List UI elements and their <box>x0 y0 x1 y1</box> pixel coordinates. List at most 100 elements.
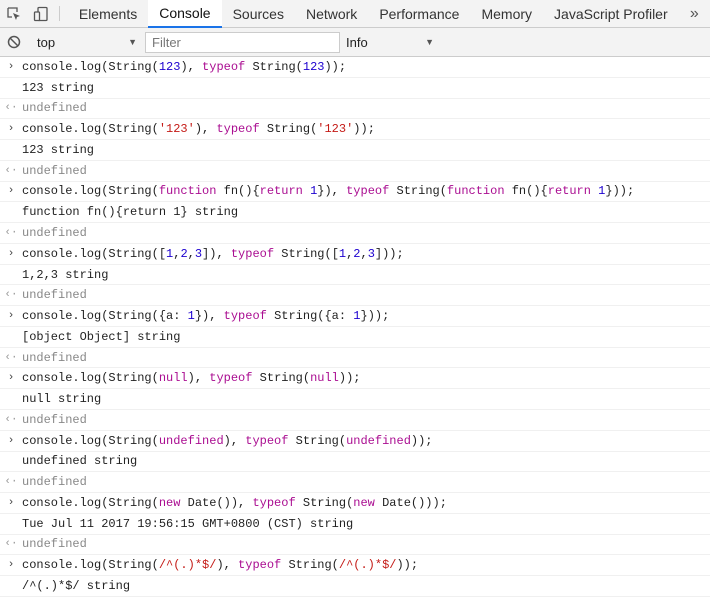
console-message-text: undefined string <box>22 454 137 468</box>
console-output-row: Tue Jul 11 2017 19:56:15 GMT+0800 (CST) … <box>0 514 710 535</box>
code-token: )); <box>353 122 375 137</box>
context-select[interactable]: top ▼ <box>29 35 137 50</box>
tab-memory[interactable]: Memory <box>470 0 543 27</box>
console-message-text: undefined <box>22 351 87 365</box>
tab-performance[interactable]: Performance <box>368 0 470 27</box>
code-token: String({a: <box>266 309 354 324</box>
device-toolbar-icon[interactable] <box>27 0 54 27</box>
code-token: typeof <box>209 371 253 386</box>
more-tabs-icon[interactable]: » <box>679 0 710 27</box>
code-token: 2 <box>180 246 188 261</box>
code-token: String( <box>389 184 447 199</box>
console-message-text: [object Object] string <box>22 330 180 344</box>
console-message-text: undefined <box>22 288 87 302</box>
console-output-row: null string <box>0 389 710 411</box>
code-token: fn(){ <box>216 184 260 199</box>
code-token: String([ <box>274 246 339 261</box>
result-arrow-icon: ‹· <box>4 102 18 115</box>
result-arrow-icon: ‹· <box>4 351 18 364</box>
code-token: String( <box>259 122 318 137</box>
console-input-row: › console.log(String(null), typeof String… <box>0 368 710 390</box>
clear-console-icon[interactable] <box>0 28 28 56</box>
console-message-text: undefined <box>22 413 87 427</box>
toolbar-divider <box>58 6 60 21</box>
log-level-value: Info <box>346 34 368 50</box>
code-token: Date()), <box>180 495 253 510</box>
dropdown-arrow-icon: ▼ <box>128 37 137 47</box>
console-output-row: /^(.)*$/ string <box>0 576 710 597</box>
code-token: fn(){ <box>504 184 548 199</box>
code-token: console.log(String([ <box>22 246 167 261</box>
code-token: , <box>360 246 368 261</box>
console-result-row: ‹· undefined <box>0 410 710 431</box>
code-token: }), <box>317 184 347 199</box>
code-token: typeof <box>230 246 275 261</box>
tab-elements[interactable]: Elements <box>68 0 148 27</box>
code-token: })); <box>360 309 390 324</box>
code-token: console.log(String( <box>22 184 159 199</box>
code-token: function <box>158 184 217 199</box>
code-token: 123 string <box>22 142 95 157</box>
console-message-text: Tue Jul 11 2017 19:56:15 GMT+0800 (CST) … <box>22 517 353 531</box>
result-arrow-icon: ‹· <box>4 289 18 302</box>
console-message-text: console.log(String(function fn(){return … <box>22 184 634 198</box>
tab-javascript-profiler[interactable]: JavaScript Profiler <box>543 0 679 27</box>
code-token: ), <box>223 433 246 448</box>
code-token: undefined <box>22 412 87 427</box>
code-token: undefined <box>22 475 87 490</box>
code-token: undefined <box>22 350 87 365</box>
code-token: )); <box>410 433 433 448</box>
console-input-row: › console.log(String(new Date()), typeof … <box>0 493 710 514</box>
console-message-text: console.log(String(null), typeof String(… <box>22 371 361 385</box>
code-token: undefined <box>22 537 87 552</box>
console-input-row: › console.log(String(/^(.)*$/), typeof St… <box>0 555 710 577</box>
console-input-row: › console.log(String('123'), typeof Strin… <box>0 119 710 141</box>
console-toolbar: top ▼ Info ▼ <box>0 28 710 57</box>
code-token: console.log(String( <box>22 433 159 448</box>
console-message-text: 1,2,3 string <box>22 268 108 282</box>
code-token: undefined <box>22 163 87 178</box>
console-result-row: ‹· undefined <box>0 535 710 556</box>
code-token: new <box>158 495 181 510</box>
code-token: 123 string <box>22 80 95 95</box>
devtools-window: Elements Console Sources Network Performance… <box>0 0 710 605</box>
console-input-row: › console.log(String(function fn(){return… <box>0 182 710 203</box>
dropdown-arrow-icon: ▼ <box>425 37 434 47</box>
code-token: 1 <box>187 309 195 324</box>
console-message-text: console.log(String([1,2,3]), typeof Stri… <box>22 247 404 261</box>
code-token: undefined <box>158 433 224 448</box>
code-token: undefined <box>22 226 87 240</box>
code-token: undefined <box>22 288 87 303</box>
console-messages[interactable]: › console.log(String(123), typeof String(… <box>0 57 710 597</box>
code-token: String( <box>288 433 347 448</box>
tab-console[interactable]: Console <box>148 0 222 28</box>
code-token: ), <box>187 371 210 386</box>
code-token: String( <box>281 558 339 573</box>
console-result-row: ‹· undefined <box>0 285 710 307</box>
code-token: String( <box>252 371 311 386</box>
input-prompt-icon: › <box>7 372 15 385</box>
tab-sources[interactable]: Sources <box>222 0 295 27</box>
devtools-tabbar: Elements Console Sources Network Performance… <box>0 0 710 28</box>
inspect-element-icon[interactable] <box>0 0 27 27</box>
code-token: /^(.)*$/ <box>158 558 217 573</box>
code-token: undefined <box>22 101 87 116</box>
code-token: 1 <box>338 246 347 261</box>
log-level-select[interactable]: Info ▼ <box>346 35 434 50</box>
console-message-text: undefined <box>22 475 87 489</box>
filter-input[interactable] <box>145 31 340 53</box>
code-token: typeof <box>346 184 390 199</box>
code-token: '123' <box>317 122 354 137</box>
console-message-text: console.log(String(/^(.)*$/), typeof Str… <box>22 558 418 572</box>
code-token: new <box>353 495 375 510</box>
tab-network[interactable]: Network <box>295 0 368 27</box>
console-result-row: ‹· undefined <box>0 472 710 494</box>
console-input-row: › console.log(String(undefined), typeof S… <box>0 431 710 452</box>
console-result-row: ‹· undefined <box>0 161 710 182</box>
code-token: ), <box>194 122 217 137</box>
console-result-row: ‹· undefined <box>0 348 710 369</box>
code-token: ])); <box>374 246 404 261</box>
console-output-row: function fn(){return 1} string <box>0 202 710 224</box>
input-prompt-icon: › <box>7 123 15 136</box>
code-token: typeof <box>252 495 296 510</box>
